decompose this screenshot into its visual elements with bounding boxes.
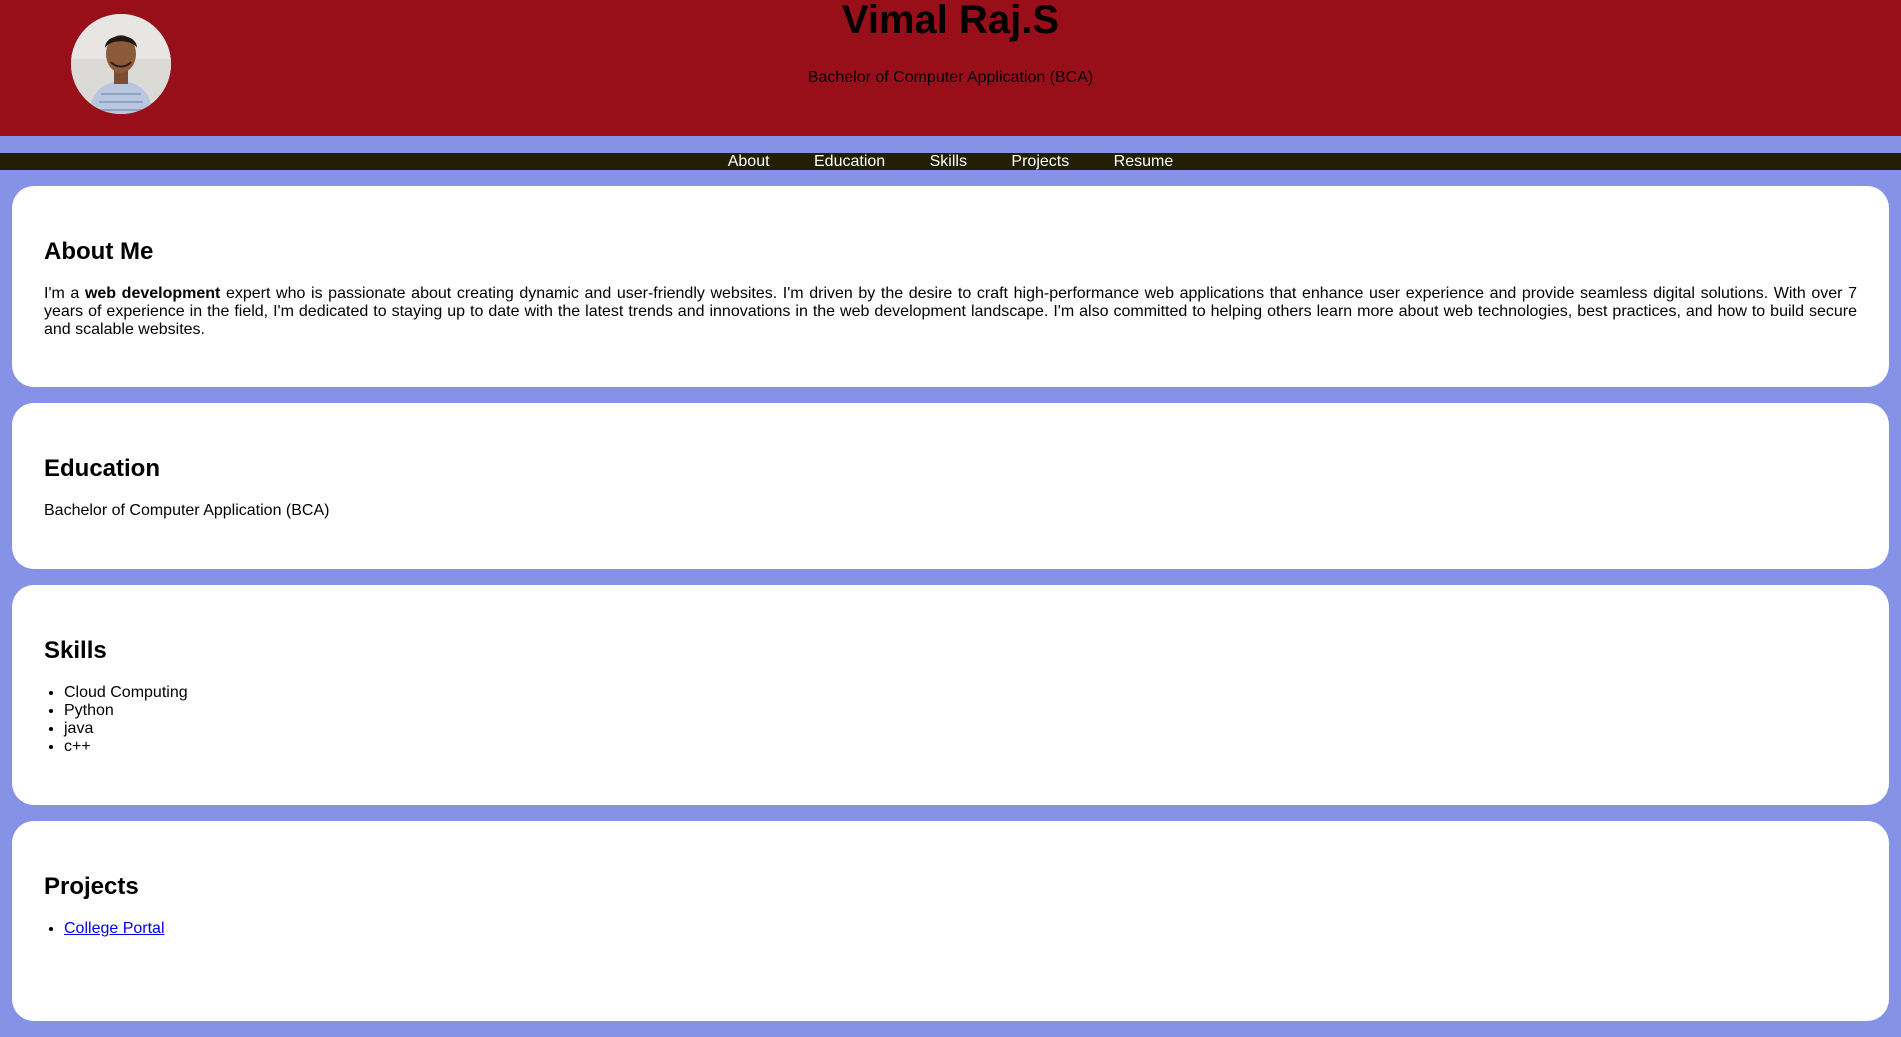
list-item: Python — [64, 702, 1857, 720]
list-item: Cloud Computing — [64, 684, 1857, 702]
projects-heading: Projects — [44, 873, 139, 900]
avatar — [71, 14, 171, 114]
skills-section: Skills Cloud Computing Python java c++ — [12, 585, 1889, 805]
list-item: College Portal — [64, 920, 1857, 938]
nav-link-projects[interactable]: Projects — [1011, 153, 1069, 170]
main-content: About Me I'm a web development expert wh… — [0, 186, 1901, 1037]
about-text-emphasis: web development — [84, 285, 221, 302]
projects-list: College Portal — [44, 920, 1857, 938]
about-text: I'm a web development expert who is pass… — [44, 285, 1857, 339]
about-text-rest: expert who is passionate about creating … — [44, 285, 1858, 338]
site-header: Vimal Raj.S Bachelor of Computer Applica… — [0, 0, 1901, 136]
about-text-start: I'm a — [44, 285, 85, 302]
skills-heading: Skills — [44, 637, 107, 664]
projects-section: Projects College Portal — [12, 821, 1889, 1021]
site-title: Vimal Raj.S — [841, 0, 1060, 42]
skills-list: Cloud Computing Python java c++ — [44, 684, 1857, 756]
about-section: About Me I'm a web development expert wh… — [12, 186, 1889, 387]
education-section: Education Bachelor of Computer Applicati… — [12, 403, 1889, 569]
nav-link-skills[interactable]: Skills — [930, 153, 967, 170]
education-heading: Education — [44, 455, 161, 482]
about-heading: About Me — [44, 238, 154, 265]
education-text: Bachelor of Computer Application (BCA) — [44, 502, 330, 519]
site-subtitle: Bachelor of Computer Application (BCA) — [807, 69, 1094, 86]
nav-link-resume[interactable]: Resume — [1114, 153, 1174, 170]
list-item: c++ — [64, 738, 1857, 756]
profile-photo-icon — [71, 14, 171, 114]
list-item: java — [64, 720, 1857, 738]
main-nav: About Education Skills Projects Resume — [0, 153, 1901, 170]
nav-link-about[interactable]: About — [728, 153, 770, 170]
nav-link-education[interactable]: Education — [814, 153, 885, 170]
project-link-college-portal[interactable]: College Portal — [64, 920, 165, 937]
